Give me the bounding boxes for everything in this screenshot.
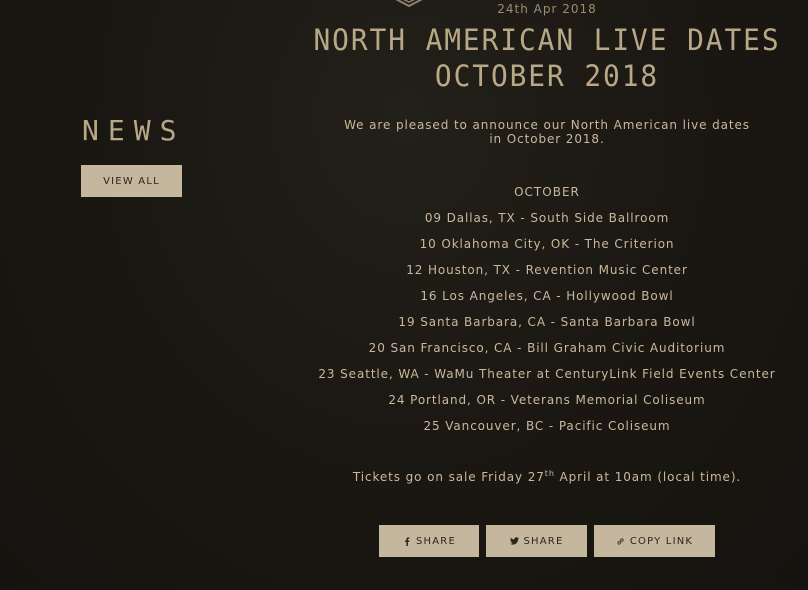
tour-date-item: 10 Oklahoma City, OK - The Criterion [419,237,675,251]
tour-date-item: 25 Vancouver, BC - Pacific Coliseum [423,419,671,433]
twitter-share-label: SHARE [523,535,564,547]
intro-text: We are pleased to announce our North Ame… [344,118,750,146]
news-heading: NEWS [82,114,186,147]
twitter-share-button[interactable]: SHARE [486,525,587,557]
tickets-text-end: April at 10am (local time). [554,470,742,484]
tickets-text: Tickets go on sale Friday 27 [352,470,545,484]
tickets-ordinal: th [544,469,555,478]
twitter-icon [509,537,519,546]
link-icon [616,537,625,546]
tour-date-item: 24 Portland, OR - Veterans Memorial Coli… [388,393,706,407]
tour-date-item: 20 San Francisco, CA - Bill Graham Civic… [368,341,726,355]
page-title: NORTH AMERICAN LIVE DATES OCTOBER 2018 [296,22,797,94]
tickets-note: Tickets go on sale Friday 27th April at … [286,469,808,485]
tour-dates-list: 09 Dallas, TX - South Side Ballroom 10 O… [286,211,808,445]
facebook-icon [402,536,411,546]
tour-date-item: 19 Santa Barbara, CA - Santa Barbara Bow… [398,315,696,329]
facebook-share-button[interactable]: SHARE [379,525,479,557]
copy-link-button[interactable]: COPY LINK [594,525,715,557]
post-date: 24th Apr 2018 [497,2,597,16]
title-line-1: NORTH AMERICAN LIVE DATES [313,23,781,57]
tour-date-item: 09 Dallas, TX - South Side Ballroom [424,211,670,225]
tour-date-item: 23 Seattle, WA - WaMu Theater at Century… [318,367,776,381]
tour-date-item: 12 Houston, TX - Revention Music Center [406,263,688,277]
article-body: We are pleased to announce our North Ame… [286,118,808,484]
title-line-2: OCTOBER 2018 [434,59,660,93]
facebook-share-label: SHARE [416,535,456,547]
view-all-button[interactable]: VIEW ALL [81,165,182,197]
tour-date-item: 16 Los Angeles, CA - Hollywood Bowl [420,289,674,303]
month-heading: OCTOBER [514,185,580,199]
copy-link-label: COPY LINK [629,535,694,547]
